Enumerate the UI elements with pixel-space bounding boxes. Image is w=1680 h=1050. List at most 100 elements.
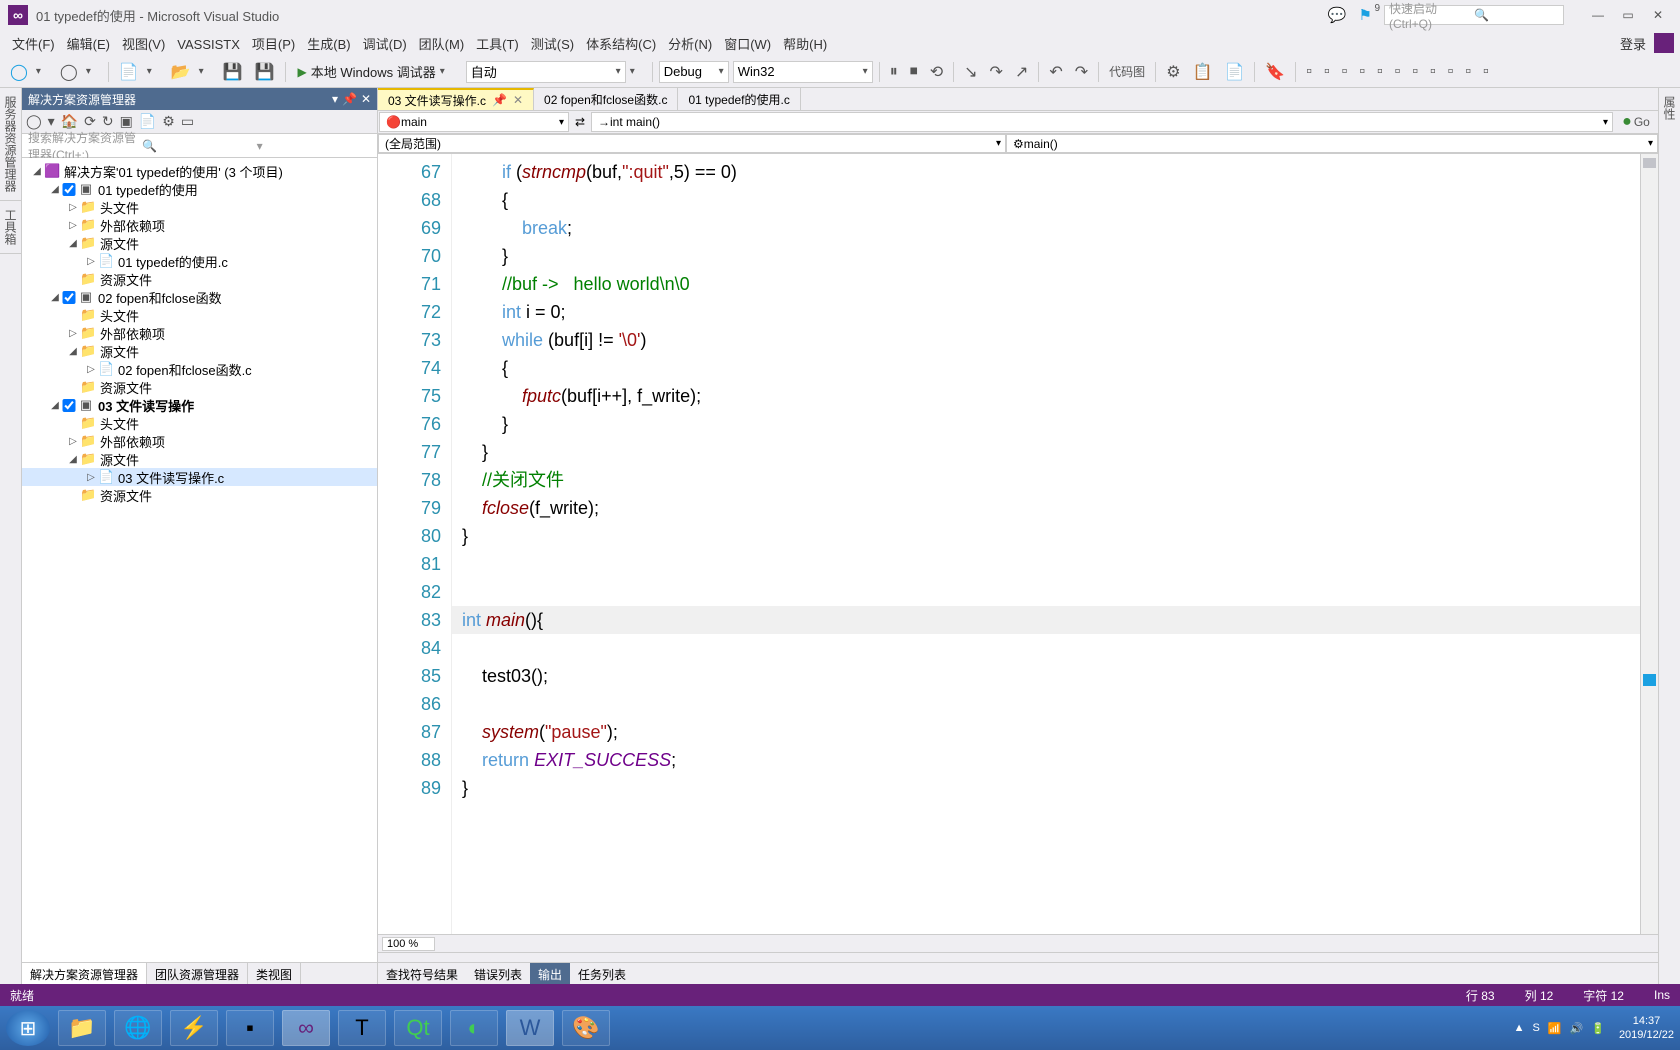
project-checkbox[interactable]	[62, 291, 76, 304]
bookmark-button[interactable]: 🔖	[1261, 61, 1289, 83]
pin-icon[interactable]: 📌	[492, 93, 507, 107]
undo-button[interactable]: ↶	[1045, 61, 1066, 83]
side-tab-toolbox[interactable]: 工具箱	[0, 201, 21, 254]
taskbar-text[interactable]: T	[338, 1010, 386, 1046]
pause-button[interactable]: ⏸	[886, 61, 902, 83]
taskbar-chrome[interactable]: 🌐	[114, 1010, 162, 1046]
tool-btn-12[interactable]: ▫	[1444, 61, 1458, 83]
menu-item[interactable]: 团队(M)	[413, 35, 471, 54]
tool-btn-5[interactable]: ▫	[1320, 61, 1334, 83]
config-combo[interactable]: Debug▾	[659, 61, 729, 83]
maximize-button[interactable]: ▭	[1614, 5, 1642, 25]
tree-node[interactable]: ▷📄01 typedef的使用.c	[22, 252, 377, 270]
tab-class-view[interactable]: 类视图	[248, 963, 301, 984]
code-line[interactable]: }	[462, 410, 1640, 438]
code-line[interactable]: int i = 0;	[462, 298, 1640, 326]
taskbar-visualstudio[interactable]: ∞	[282, 1010, 330, 1046]
menu-item[interactable]: 编辑(E)	[61, 35, 116, 54]
sync-icon[interactable]: ⟳	[84, 113, 96, 130]
preview-icon[interactable]: ▭	[181, 113, 194, 130]
tray-battery-icon[interactable]: 🔋	[1591, 1022, 1605, 1035]
tree-node[interactable]: 📁头文件	[22, 306, 377, 324]
panel-dropdown-icon[interactable]: ▾	[332, 92, 338, 106]
code-editor[interactable]: 6768697071727374757677787980818283848586…	[378, 154, 1658, 934]
home-icon[interactable]: 🏠	[61, 113, 78, 130]
output-tab[interactable]: 查找符号结果	[378, 963, 466, 984]
tab-team-explorer[interactable]: 团队资源管理器	[147, 963, 248, 984]
project-checkbox[interactable]	[62, 399, 76, 412]
code-line[interactable]	[462, 578, 1640, 606]
taskbar-app3[interactable]: 🎨	[562, 1010, 610, 1046]
output-tab[interactable]: 输出	[530, 963, 570, 984]
taskbar-qt[interactable]: Qt	[394, 1010, 442, 1046]
tool-btn-11[interactable]: ▫	[1426, 61, 1440, 83]
step-into-button[interactable]: ↘	[960, 61, 981, 83]
panel-close-icon[interactable]: ✕	[361, 92, 371, 106]
properties-icon[interactable]: ⚙	[162, 113, 175, 130]
code-line[interactable]: }	[462, 774, 1640, 802]
tree-node[interactable]: ◢📁源文件	[22, 450, 377, 468]
close-tab-icon[interactable]: ✕	[513, 93, 523, 107]
code-line[interactable]: fputc(buf[i++], f_write);	[462, 382, 1640, 410]
side-tab-properties[interactable]: 属性	[1659, 88, 1680, 128]
code-line[interactable]: system("pause");	[462, 718, 1640, 746]
tree-node[interactable]: ▷📁外部依赖项	[22, 324, 377, 342]
start-debug-button[interactable]: ▶ 本地 Windows 调试器 ▾	[292, 62, 462, 81]
debug-mode-combo[interactable]: 自动▾	[466, 61, 626, 83]
step-out-button[interactable]: ↗	[1011, 61, 1032, 83]
close-button[interactable]: ✕	[1644, 5, 1672, 25]
step-over-button[interactable]: ↷	[986, 61, 1007, 83]
redo-button[interactable]: ↷	[1071, 61, 1092, 83]
editor-tab[interactable]: 01 typedef的使用.c	[678, 88, 800, 110]
tool-btn-13[interactable]: ▫	[1461, 61, 1475, 83]
code-line[interactable]	[462, 634, 1640, 662]
code-line[interactable]: fclose(f_write);	[462, 494, 1640, 522]
output-tab[interactable]: 任务列表	[570, 963, 634, 984]
va-function-combo[interactable]: → int main()▾	[591, 112, 1613, 132]
menu-item[interactable]: 调试(D)	[357, 35, 413, 54]
tool-btn-3[interactable]: 📄	[1220, 61, 1248, 83]
clock[interactable]: 14:37 2019/12/22	[1619, 1014, 1674, 1042]
restart-button[interactable]: ⟲	[926, 61, 947, 83]
tree-node[interactable]: 📁资源文件	[22, 270, 377, 288]
tree-node[interactable]: ◢▣03 文件读写操作	[22, 396, 377, 414]
editor-tab[interactable]: 03 文件读写操作.c📌✕	[378, 88, 534, 110]
code-line[interactable]: }	[462, 438, 1640, 466]
menu-item[interactable]: 项目(P)	[246, 35, 301, 54]
collapse-icon[interactable]: ▣	[120, 113, 133, 130]
taskbar-sublime[interactable]: ▪	[226, 1010, 274, 1046]
code-area[interactable]: if (strncmp(buf,":quit",5) == 0) { break…	[452, 154, 1640, 934]
menu-item[interactable]: 文件(F)	[6, 35, 61, 54]
tree-node[interactable]: ▷📁外部依赖项	[22, 216, 377, 234]
back-icon[interactable]: ◯	[26, 113, 42, 130]
tree-node[interactable]: 📁资源文件	[22, 486, 377, 504]
code-line[interactable]: while (buf[i] != '\0')	[462, 326, 1640, 354]
refresh-icon[interactable]: ↻	[102, 113, 114, 130]
tool-btn-9[interactable]: ▫	[1391, 61, 1405, 83]
tray-network-icon[interactable]: 📶	[1548, 1022, 1562, 1035]
tree-node[interactable]: ▷📁头文件	[22, 198, 377, 216]
code-line[interactable]: }	[462, 242, 1640, 270]
tree-node[interactable]: ◢🟪解决方案'01 typedef的使用' (3 个项目)	[22, 162, 377, 180]
nav-back-button[interactable]: ◯	[6, 61, 32, 83]
taskbar-word[interactable]: W	[506, 1010, 554, 1046]
code-line[interactable]: //关闭文件	[462, 466, 1640, 494]
account-icon[interactable]	[1654, 33, 1674, 53]
taskbar-app1[interactable]: ⚡	[170, 1010, 218, 1046]
menu-item[interactable]: 工具(T)	[470, 35, 525, 54]
code-line[interactable]: }	[462, 522, 1640, 550]
menu-item[interactable]: 帮助(H)	[777, 35, 833, 54]
tree-node[interactable]: ◢▣02 fopen和fclose函数	[22, 288, 377, 306]
open-button[interactable]: 📂	[167, 61, 195, 83]
tool-btn-14[interactable]: ▫	[1479, 61, 1493, 83]
tray-icon[interactable]: ▲	[1514, 1022, 1525, 1034]
platform-combo[interactable]: Win32▾	[733, 61, 873, 83]
tree-node[interactable]: ◢📁源文件	[22, 234, 377, 252]
minimize-button[interactable]: —	[1584, 5, 1612, 25]
vertical-scrollbar[interactable]	[1640, 154, 1658, 934]
tree-node[interactable]: 📁头文件	[22, 414, 377, 432]
tray-volume-icon[interactable]: 🔊	[1570, 1022, 1584, 1035]
code-line[interactable]: int main(){	[462, 606, 1640, 634]
tool-btn-2[interactable]: 📋	[1189, 61, 1217, 83]
editor-tab[interactable]: 02 fopen和fclose函数.c	[534, 88, 678, 110]
